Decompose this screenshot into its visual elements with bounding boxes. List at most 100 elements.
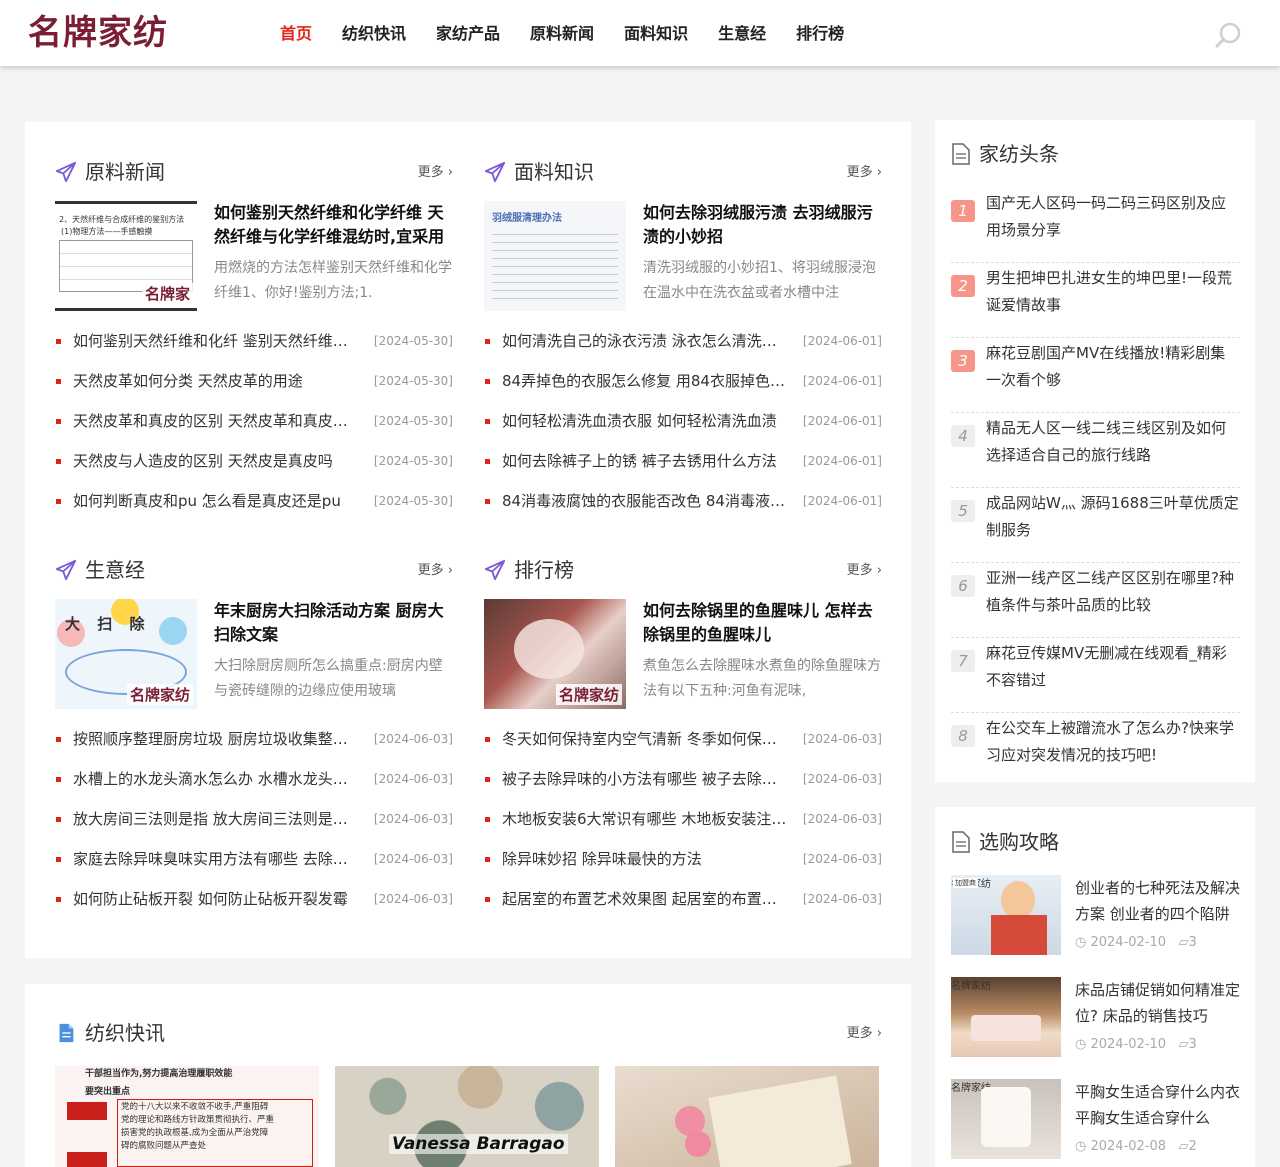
- nav-business[interactable]: 生意经: [718, 22, 766, 46]
- headline-item[interactable]: 6 亚洲一线产区二线产区区别在哪里?种植条件与茶叶品质的比较: [951, 563, 1240, 638]
- paper-plane-icon: [55, 161, 77, 183]
- list-item[interactable]: 按照顺序整理厨房垃圾 厨房垃圾收集整理方法 [2024-06-03]: [55, 727, 453, 767]
- guide-title[interactable]: 床品店铺促销如何精准定位? 床品的销售技巧: [1075, 977, 1240, 1029]
- guide-thumbnail[interactable]: 名牌家纺: [951, 977, 1061, 1057]
- featured-thumbnail[interactable]: 2、天然纤维与合成纤维的鉴别方法 (1)物理方法——手感触摸 名牌家: [55, 201, 197, 311]
- featured-title[interactable]: 如何去除锅里的鱼腥味儿 怎样去除锅里的鱼腥味儿: [643, 599, 883, 647]
- site-header: 名牌家纺 首页 纺织快讯 家纺产品 原料新闻 面料知识 生意经 排行榜: [0, 0, 1280, 66]
- article-list: 冬天如何保持室内空气清新 冬季如何保持空气 [2024-06-03] 被子去除异味…: [484, 727, 882, 927]
- list-item[interactable]: 如何判断真皮和pu 怎么看是真皮还是pu [2024-05-30]: [55, 489, 453, 529]
- more-link[interactable]: 更多 ›: [847, 1024, 882, 1044]
- featured-desc: 用燃烧的方法怎样鉴别天然纤维和化学纤维1、你好!鉴别方法;1.: [214, 260, 452, 301]
- more-link[interactable]: 更多 ›: [847, 561, 882, 581]
- section-business: 生意经 更多 › 大 扫 除 名牌家纺 年末厨房大扫除活动方案 厨房大扫除文案 …: [55, 555, 453, 915]
- watermark: 名牌家纺: [555, 684, 622, 705]
- nav-fabric-knowledge[interactable]: 面料知识: [624, 22, 688, 46]
- list-item[interactable]: 如何去除裤子上的锈 裤子去锈用什么方法 [2024-06-01]: [484, 449, 882, 489]
- list-item[interactable]: 84消毒液腐蚀的衣服能否改色 84消毒液腐蚀 [2024-06-01]: [484, 489, 882, 529]
- list-item[interactable]: 木地板安装6大常识有哪些 木地板安装注意事项 [2024-06-03]: [484, 807, 882, 847]
- nav-home-textiles[interactable]: 家纺产品: [436, 22, 500, 46]
- guide-title[interactable]: 创业者的七种死法及解决方案 创业者的四个陷阱: [1075, 875, 1240, 927]
- guide-meta: ◷ 2024-02-10 ▱3: [1075, 935, 1197, 950]
- featured-thumbnail[interactable]: 名牌家纺: [484, 599, 626, 709]
- content-panel: 原料新闻 更多 › 2、天然纤维与合成纤维的鉴别方法 (1)物理方法——手感触摸…: [25, 122, 911, 958]
- sidebar-title: 选购攻略: [979, 830, 1059, 854]
- featured-title[interactable]: 如何去除羽绒服污渍 去羽绒服污渍的小妙招: [643, 201, 883, 249]
- section-title: 面料知识: [514, 160, 594, 184]
- watermark: 名牌家纺: [126, 684, 193, 705]
- headline-item[interactable]: 8 在公交车上被蹭流水了怎么办?快来学习应对突发情况的技巧吧!: [951, 713, 1240, 788]
- featured-desc: 清洗羽绒服的小妙招1、将羽绒服浸泡在温水中在洗衣盆或者水槽中注: [643, 260, 876, 301]
- featured-title[interactable]: 如何鉴别天然纤维和化学纤维 天然纤维与化学纤维混纺时,宜采用: [214, 201, 454, 249]
- section-header: 生意经 更多 ›: [55, 555, 453, 585]
- article-list: 如何鉴别天然纤维和化纤 鉴别天然纤维和化纤的方法[2024-05-30] 天然皮…: [55, 329, 453, 529]
- list-item[interactable]: 天然皮革和真皮的区别 天然皮革和真皮有什么区别[2024-05-30]: [55, 409, 453, 449]
- more-link[interactable]: 更多 ›: [418, 163, 453, 183]
- document-icon: [59, 1023, 74, 1043]
- list-item[interactable]: 如何轻松清洗血渍衣服 如何轻松清洗血渍 [2024-06-01]: [484, 409, 882, 449]
- section-ranking: 排行榜 更多 › 名牌家纺 如何去除锅里的鱼腥味儿 怎样去除锅里的鱼腥味儿 煮鱼…: [484, 555, 882, 915]
- headline-item[interactable]: 5 成品网站W灬 源码1688三叶草优质定制服务: [951, 488, 1240, 563]
- list-item[interactable]: 天然皮革如何分类 天然皮革的用途 [2024-05-30]: [55, 369, 453, 409]
- section-header: 纺织快讯 更多 ›: [55, 1018, 882, 1048]
- article-list: 如何清洗自己的泳衣污渍 泳衣怎么清洗才干净 [2024-06-01] 84弄掉色的…: [484, 329, 882, 529]
- paper-plane-icon: [484, 559, 506, 581]
- featured-thumbnail[interactable]: 羽绒服清理办法: [484, 201, 626, 311]
- featured-title[interactable]: 年末厨房大扫除活动方案 厨房大扫除文案: [214, 599, 454, 647]
- list-item[interactable]: 天然皮与人造皮的区别 天然皮是真皮吗 [2024-05-30]: [55, 449, 453, 489]
- guide-item[interactable]: 名牌家纺 平胸女生适合穿什么内衣 平胸女生适合穿什么 ◷ 2024-02-08 …: [951, 1079, 1240, 1161]
- gallery-image[interactable]: 干部担当作为,努力提高治理履职效能 要突出重点 党的十八大以来不收敛不收手,严重…: [55, 1066, 319, 1167]
- guide-title[interactable]: 平胸女生适合穿什么内衣 平胸女生适合穿什么: [1075, 1079, 1240, 1131]
- section-header: 排行榜 更多 ›: [484, 555, 882, 585]
- nav-raw-material-news[interactable]: 原料新闻: [530, 22, 594, 46]
- sidebar-buying-guide: 选购攻略 加盟商 名牌家纺 创业者的七种死法及解决方案 创业者的四个陷阱 ◷ 2…: [935, 807, 1255, 1167]
- nav-textile-news[interactable]: 纺织快讯: [342, 22, 406, 46]
- featured-article[interactable]: 2、天然纤维与合成纤维的鉴别方法 (1)物理方法——手感触摸 名牌家 如何鉴别天…: [55, 201, 453, 311]
- headline-item[interactable]: 3 麻花豆剧国产MV在线播放!精彩剧集一次看个够: [951, 338, 1240, 413]
- featured-thumbnail[interactable]: 大 扫 除 名牌家纺: [55, 599, 197, 709]
- section-header: 原料新闻 更多 ›: [55, 157, 453, 187]
- headline-item[interactable]: 2 男生把坤巴扎进女生的坤巴里!一段荒诞爱情故事: [951, 263, 1240, 338]
- sidebar-title: 家纺头条: [979, 142, 1059, 166]
- more-link[interactable]: 更多 ›: [418, 561, 453, 581]
- watermark: 名牌家: [141, 283, 193, 304]
- headline-item[interactable]: 1 国产无人区码一码二码三码区别及应用场景分享: [951, 188, 1240, 263]
- guide-item[interactable]: 名牌家纺 床品店铺促销如何精准定位? 床品的销售技巧 ◷ 2024-02-10 …: [951, 977, 1240, 1059]
- section-title: 排行榜: [514, 558, 574, 582]
- sidebar-headlines: 家纺头条 1 国产无人区码一码二码三码区别及应用场景分享 2 男生把坤巴扎进女生的坤…: [935, 120, 1255, 782]
- guide-thumbnail[interactable]: 名牌家纺: [951, 1079, 1061, 1159]
- guide-item[interactable]: 加盟商 名牌家纺 创业者的七种死法及解决方案 创业者的四个陷阱 ◷ 2024-0…: [951, 875, 1240, 957]
- section-title: 纺织快讯: [85, 1021, 165, 1045]
- gallery-image[interactable]: [615, 1066, 879, 1167]
- featured-article[interactable]: 大 扫 除 名牌家纺 年末厨房大扫除活动方案 厨房大扫除文案 大扫除厨房厕所怎么…: [55, 599, 453, 709]
- list-item[interactable]: 84弄掉色的衣服怎么修复 用84衣服掉色了怎么办[2024-06-01]: [484, 369, 882, 409]
- main-nav: 首页 纺织快讯 家纺产品 原料新闻 面料知识 生意经 排行榜: [265, 22, 859, 46]
- nav-ranking[interactable]: 排行榜: [796, 22, 844, 46]
- headline-item[interactable]: 7 麻花豆传媒MV无删减在线观看_精彩不容错过: [951, 638, 1240, 713]
- list-item[interactable]: 起居室的布置艺术效果图 起居室的布置方法 [2024-06-03]: [484, 887, 882, 927]
- guide-meta: ◷ 2024-02-08 ▱2: [1075, 1139, 1197, 1154]
- list-item[interactable]: 被子去除异味的小方法有哪些 被子去除异味 [2024-06-03]: [484, 767, 882, 807]
- watermark: 名牌家纺: [951, 981, 991, 992]
- nav-home[interactable]: 首页: [280, 22, 312, 46]
- section-raw-material-news: 原料新闻 更多 › 2、天然纤维与合成纤维的鉴别方法 (1)物理方法——手感触摸…: [55, 157, 453, 517]
- list-item[interactable]: 家庭去除异味臭味实用方法有哪些 去除异味 [2024-06-03]: [55, 847, 453, 887]
- list-item[interactable]: 冬天如何保持室内空气清新 冬季如何保持空气 [2024-06-03]: [484, 727, 882, 767]
- list-item[interactable]: 如何清洗自己的泳衣污渍 泳衣怎么清洗才干净 [2024-06-01]: [484, 329, 882, 369]
- more-link[interactable]: 更多 ›: [847, 163, 882, 183]
- section-title: 原料新闻: [85, 160, 165, 184]
- site-logo[interactable]: 名牌家纺: [28, 12, 168, 54]
- gallery-image[interactable]: Vanessa Barragao: [335, 1066, 599, 1167]
- headline-item[interactable]: 4 精品无人区一线二线三线区别及如何选择适合自己的旅行线路: [951, 413, 1240, 488]
- list-item[interactable]: 如何防止砧板开裂 如何防止砧板开裂发霉 [2024-06-03]: [55, 887, 453, 927]
- guide-meta: ◷ 2024-02-10 ▱3: [1075, 1037, 1197, 1052]
- search-icon[interactable]: [1214, 21, 1242, 49]
- list-item[interactable]: 如何鉴别天然纤维和化纤 鉴别天然纤维和化纤的方法[2024-05-30]: [55, 329, 453, 369]
- list-item[interactable]: 水槽上的水龙头滴水怎么办 水槽水龙头滴水处理[2024-06-03]: [55, 767, 453, 807]
- list-item[interactable]: 放大房间三法则是指 放大房间三法则是什么 [2024-06-03]: [55, 807, 453, 847]
- paper-plane-icon: [55, 559, 77, 581]
- guide-thumbnail[interactable]: 加盟商 名牌家纺: [951, 875, 1061, 955]
- featured-article[interactable]: 羽绒服清理办法 如何去除羽绒服污渍 去羽绒服污渍的小妙招 清洗羽绒服的小妙招1、…: [484, 201, 882, 311]
- featured-article[interactable]: 名牌家纺 如何去除锅里的鱼腥味儿 怎样去除锅里的鱼腥味儿 煮鱼怎么去除腥味水煮鱼…: [484, 599, 882, 709]
- list-item[interactable]: 除异味妙招 除异味最快的方法 [2024-06-03]: [484, 847, 882, 887]
